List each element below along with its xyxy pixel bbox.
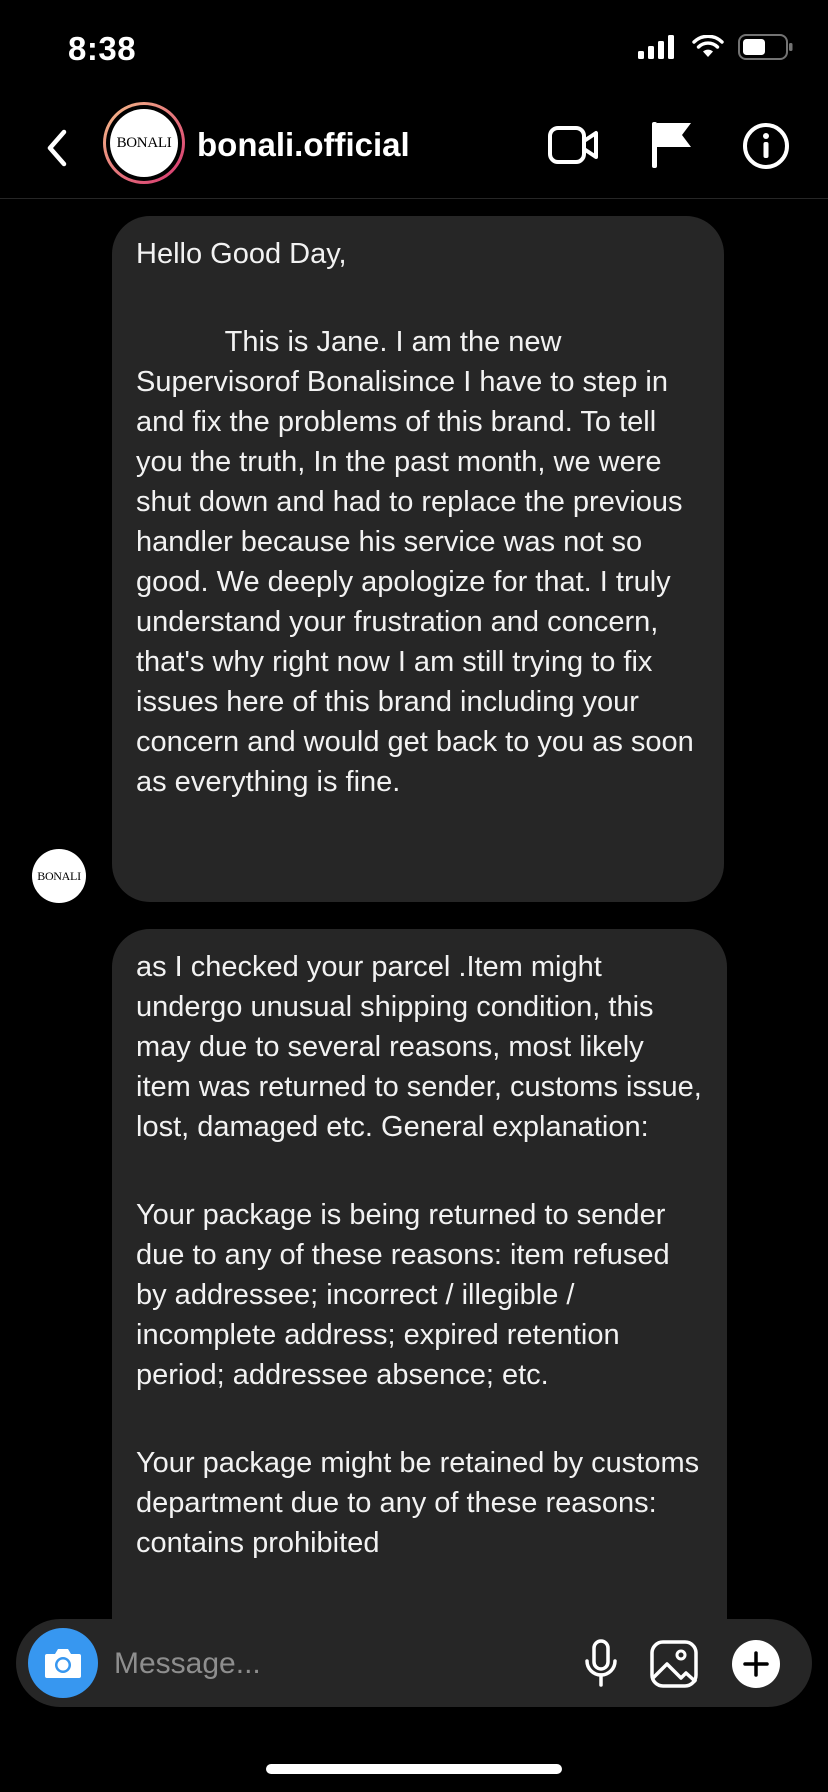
message-text: Hello Good Day, <box>136 238 347 270</box>
message-text: as I checked your parcel .Item might und… <box>136 951 702 1143</box>
microphone-icon[interactable] <box>582 1639 620 1689</box>
message-composer <box>16 1619 812 1707</box>
avatar-logo-text: BONALI <box>110 109 178 177</box>
flag-icon[interactable] <box>651 120 693 170</box>
gallery-icon[interactable] <box>650 1640 698 1688</box>
status-bar: 8:38 <box>0 0 828 100</box>
chat-username[interactable]: bonali.official <box>197 126 410 164</box>
cellular-signal-icon <box>638 35 674 59</box>
info-icon[interactable] <box>742 122 790 170</box>
message-input[interactable] <box>112 1639 576 1689</box>
wifi-icon <box>692 35 724 57</box>
camera-button[interactable] <box>28 1628 98 1698</box>
message-text: Your package might be retained by custom… <box>136 1447 700 1559</box>
plus-icon[interactable] <box>731 1639 781 1689</box>
message-text: Your package is being returned to sender… <box>136 1199 670 1391</box>
camera-icon <box>45 1649 81 1678</box>
video-camera-icon[interactable] <box>548 124 600 166</box>
back-chevron-icon[interactable] <box>38 120 78 176</box>
message-bubble: Hello Good Day, This is Jane. I am the n… <box>112 216 724 902</box>
message-text: This is Jane. I am the new Supervisorof … <box>136 326 694 798</box>
battery-icon <box>738 34 793 60</box>
home-indicator <box>266 1764 562 1774</box>
message-thread[interactable]: Hello Good Day, This is Jane. I am the n… <box>0 199 828 1619</box>
status-time: 8:38 <box>68 30 137 67</box>
sender-avatar[interactable]: BONALI <box>32 849 86 903</box>
profile-avatar[interactable]: BONALI <box>103 102 185 184</box>
message-bubble: as I checked your parcel .Item might und… <box>112 929 727 1619</box>
